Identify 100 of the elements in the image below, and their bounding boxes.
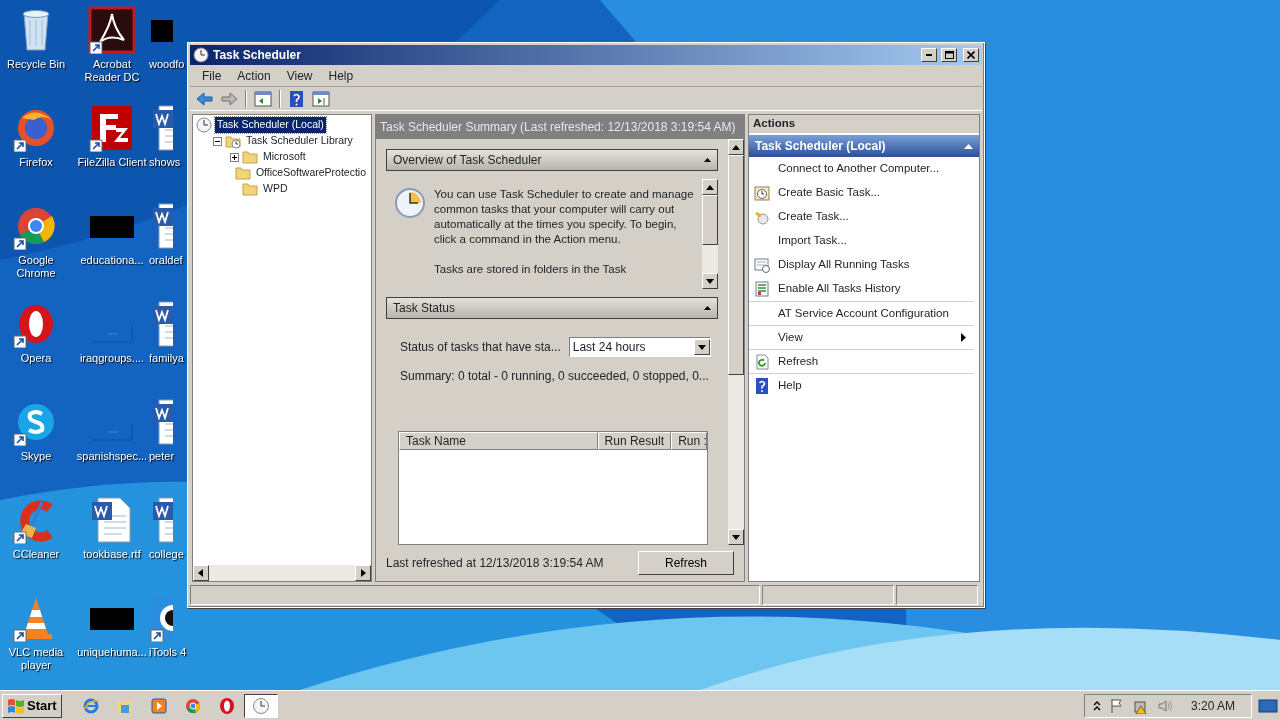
show-pane-icon xyxy=(253,89,273,108)
icon-label[interactable]: FileZilla Client xyxy=(74,156,150,169)
last-refreshed-text: Last refreshed at 12/13/2018 3:19:54 AM xyxy=(386,555,604,572)
document-icon[interactable] xyxy=(88,6,136,54)
maximize-icon xyxy=(944,51,954,59)
action-pane-button[interactable] xyxy=(310,88,332,109)
icon-label[interactable]: peter xyxy=(149,450,175,463)
chevron-icon[interactable] xyxy=(1092,700,1101,711)
close-icon xyxy=(967,51,975,59)
scrollbar[interactable] xyxy=(702,179,718,289)
icon-label[interactable]: oraldef xyxy=(149,254,183,267)
summary-text: Summary: 0 total - 0 running, 0 succeeded, 0 stopped, 0... xyxy=(400,368,710,385)
submenu-arrow-icon xyxy=(961,333,966,342)
icon-label[interactable]: Acrobat Reader DC xyxy=(74,58,150,84)
play-icon xyxy=(149,696,168,715)
overview-text: Tasks are stored in folders in the Task xyxy=(434,262,628,277)
command-item[interactable]: AT Service Account Configuration xyxy=(749,301,974,325)
column-header[interactable]: Task Name xyxy=(399,432,598,450)
collapse-toggle[interactable] xyxy=(213,136,222,146)
tree-item[interactable]: Microsoft xyxy=(261,149,308,165)
browser-icon xyxy=(81,696,100,715)
scroll-thumb[interactable] xyxy=(702,195,718,245)
icon-label[interactable]: Skype xyxy=(0,450,74,463)
clock-icon xyxy=(196,117,212,133)
collapse-icon[interactable] xyxy=(704,158,711,162)
command-item[interactable]: Refresh xyxy=(749,349,974,373)
tree-item[interactable]: WPD xyxy=(261,181,290,197)
scroll-thumb[interactable] xyxy=(728,155,744,375)
icon-label[interactable]: familya xyxy=(149,352,184,365)
icon-label[interactable]: shows xyxy=(149,156,181,169)
scroll-up-icon[interactable] xyxy=(732,144,740,150)
chrome-icon xyxy=(183,696,202,715)
scroll-down-icon[interactable] xyxy=(732,534,740,540)
scrollbar[interactable] xyxy=(193,565,371,581)
maximize-button[interactable] xyxy=(941,48,957,62)
icon-label[interactable]: iraqgroups.... xyxy=(74,352,150,365)
back-icon xyxy=(195,89,215,108)
close-button[interactable] xyxy=(963,48,979,62)
calendar-clock-icon xyxy=(754,185,770,201)
opera-icon xyxy=(217,696,236,715)
show-desktop-icon[interactable] xyxy=(1258,697,1278,714)
refresh-button[interactable]: Refresh xyxy=(638,551,734,575)
minimize-button[interactable] xyxy=(921,48,937,62)
minimize-icon xyxy=(926,54,932,56)
section-header[interactable]: Task Status xyxy=(386,297,718,319)
clock-icon xyxy=(251,696,270,715)
menu-item[interactable]: View xyxy=(278,66,321,85)
collapse-icon[interactable] xyxy=(704,306,711,310)
command-item[interactable]: Help xyxy=(749,373,974,397)
taskbar-button[interactable] xyxy=(243,693,278,718)
column-header[interactable]: Run : xyxy=(671,432,707,450)
forward-icon xyxy=(219,89,239,108)
scrollbar[interactable] xyxy=(728,139,744,545)
command-item[interactable]: Create Basic Task... xyxy=(749,181,974,205)
time-range-dropdown[interactable]: Last 24 hours xyxy=(568,337,711,357)
help-icon xyxy=(754,377,770,394)
section-title: Overview of Task Scheduler xyxy=(393,152,542,169)
dropdown-arrow-icon[interactable] xyxy=(697,344,706,350)
menu-item[interactable]: File xyxy=(194,66,230,85)
expand-toggle[interactable] xyxy=(230,152,239,162)
clock-text[interactable]: 3:20 AM xyxy=(1190,696,1235,715)
start-button[interactable]: Start xyxy=(2,693,62,718)
scroll-right-icon[interactable] xyxy=(360,569,366,577)
tree-item[interactable]: OfficeSoftwareProtectio xyxy=(253,165,368,181)
tree-item[interactable]: Task Scheduler Library xyxy=(244,133,355,149)
show-pane-button[interactable] xyxy=(252,88,274,109)
action-pane-icon xyxy=(311,89,331,108)
folder-clock-icon xyxy=(225,133,241,149)
icon-label[interactable]: Recycle Bin xyxy=(0,58,74,71)
icon-label[interactable]: spanishspec... xyxy=(74,450,150,463)
command-item[interactable]: Enable All Tasks History xyxy=(749,277,974,301)
icon-label[interactable]: Google Chrome xyxy=(0,254,74,280)
icon-label[interactable]: Firefox xyxy=(0,156,74,169)
icon-label[interactable]: woodfo xyxy=(149,58,185,71)
scroll-up-icon[interactable] xyxy=(706,184,714,190)
summary-header: Task Scheduler Summary (Last refreshed: 12/13/2018 3:19:54 AM) xyxy=(376,115,744,139)
window-title: Task Scheduler xyxy=(213,47,301,64)
command-item[interactable]: Connect to Another Computer... xyxy=(749,157,974,181)
menu-item[interactable]: Help xyxy=(320,66,362,85)
folder-icon xyxy=(242,181,258,197)
flag-icon[interactable] xyxy=(1108,697,1125,714)
clock-icon xyxy=(754,209,770,225)
menu-item[interactable]: Action xyxy=(229,66,279,85)
list-icon xyxy=(754,281,770,297)
actions-group-header[interactable]: Task Scheduler (Local) xyxy=(749,135,979,157)
filter-label: Status of tasks that have sta... xyxy=(400,339,561,356)
command-item[interactable]: View xyxy=(749,325,974,349)
icon-label[interactable]: educationa... xyxy=(74,254,150,267)
window-clock-icon xyxy=(754,257,770,273)
column-header[interactable]: Run Result xyxy=(597,432,672,450)
command-item[interactable]: Display All Running Tasks xyxy=(749,253,974,277)
section-header[interactable]: Overview of Task Scheduler xyxy=(386,149,718,171)
command-item[interactable]: Create Task... xyxy=(749,205,974,229)
scroll-left-icon[interactable] xyxy=(198,569,204,577)
command-item[interactable]: Import Task... xyxy=(749,229,974,253)
tree-item[interactable]: Task Scheduler (Local) xyxy=(215,117,326,133)
icon-label[interactable]: Opera xyxy=(0,352,74,365)
refresh-icon xyxy=(754,353,770,370)
clock-icon xyxy=(193,47,209,63)
scroll-down-icon[interactable] xyxy=(706,278,714,284)
